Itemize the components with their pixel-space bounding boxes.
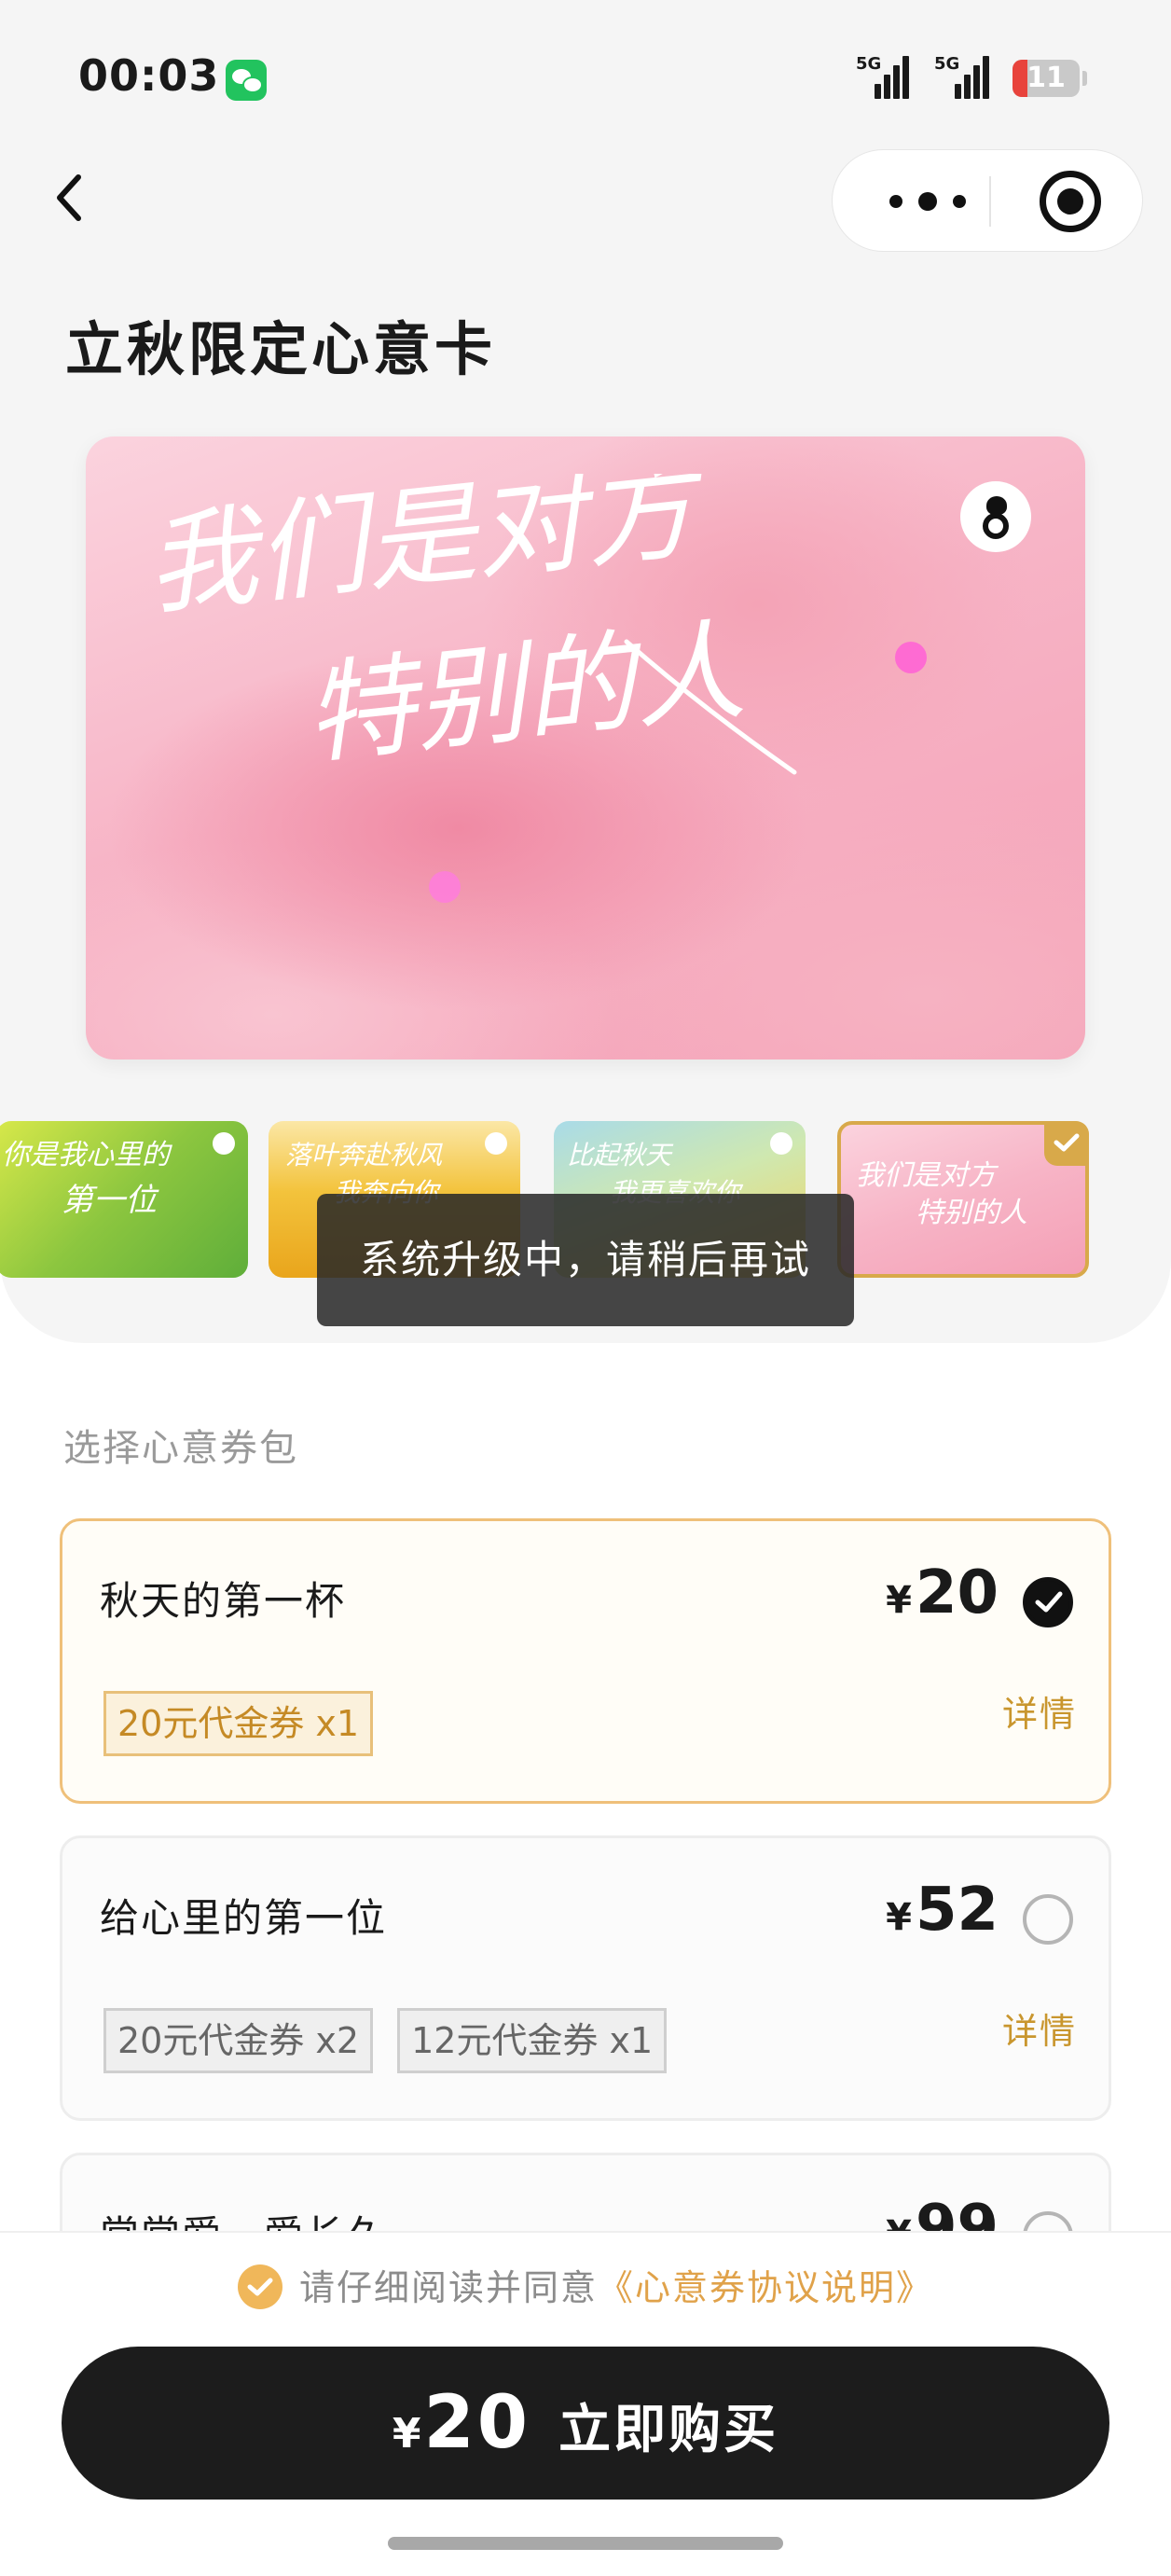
agreement-row[interactable]: 请仔细阅读并同意《心意券协议说明》 <box>0 2259 1171 2313</box>
brand-logo-icon <box>960 481 1031 552</box>
battery-level: 11 <box>1026 62 1066 94</box>
page-title: 立秋限定心意卡 <box>65 315 497 383</box>
capsule-divider <box>989 176 991 227</box>
svg-text:你是我心里的: 你是我心里的 <box>2 1139 172 1171</box>
svg-text:特别的人: 特别的人 <box>916 1197 1027 1229</box>
voucher-tag: 20元代金券 x2 <box>103 2008 374 2073</box>
toast-message: 系统升级中，请稍后再试 <box>317 1194 854 1326</box>
card-text-line2: 特别的人 <box>299 605 751 780</box>
wechat-icon <box>226 60 267 101</box>
chevron-left-icon <box>57 174 81 221</box>
buy-label: 立即购买 <box>558 2400 779 2460</box>
voucher-tag: 12元代金券 x1 <box>397 2008 668 2073</box>
svg-text:落叶奔赴秋风: 落叶奔赴秋风 <box>285 1140 443 1170</box>
detail-link[interactable]: 详情 <box>1002 1685 1077 1737</box>
card-thumbnail[interactable]: 你是我心里的 第一位 <box>0 1121 248 1278</box>
package-price: ¥20 <box>886 1558 999 1627</box>
greeting-card-preview: 我们是对方 特别的人 <box>86 436 1085 1059</box>
purchase-footer: 请仔细阅读并同意《心意券协议说明》 ¥20 立即购买 <box>0 2231 1171 2576</box>
agree-check-icon[interactable] <box>237 2264 282 2309</box>
buy-now-button[interactable]: ¥20 立即购买 <box>62 2347 1109 2500</box>
package-option[interactable]: 给心里的第一位 ¥52 20元代金券 x2 12元代金券 x1 详情 <box>60 1835 1111 2121</box>
agreement-text: 请仔细阅读并同意 <box>298 2267 598 2308</box>
sparkle-dot <box>895 642 927 673</box>
package-name: 秋天的第一杯 <box>100 1578 347 1624</box>
package-option[interactable]: 秋天的第一杯 ¥20 20元代金券 x1 详情 <box>60 1518 1111 1804</box>
back-button[interactable] <box>45 168 101 228</box>
brand-logo-icon <box>770 1132 792 1155</box>
status-time: 00:03 <box>78 50 220 101</box>
card-text-line1: 我们是对方 <box>142 474 713 630</box>
selected-check-icon <box>1044 1121 1089 1166</box>
svg-text:第一位: 第一位 <box>62 1182 159 1219</box>
section-title: 选择心意券包 <box>63 1427 298 1470</box>
signal-icon: 5G <box>856 54 909 99</box>
brand-logo-icon <box>213 1132 235 1155</box>
agreement-link[interactable]: 《心意券协议说明》 <box>598 2267 933 2308</box>
target-circle-icon[interactable] <box>1040 171 1101 232</box>
home-indicator[interactable] <box>388 2537 783 2550</box>
brand-logo-icon <box>485 1132 507 1155</box>
mini-program-capsule <box>832 149 1143 252</box>
detail-link[interactable]: 详情 <box>1002 2002 1077 2054</box>
more-dots-icon[interactable] <box>881 187 974 215</box>
radio-unchecked-icon[interactable] <box>1023 1894 1073 1945</box>
signal-icon: 5G <box>927 54 992 99</box>
voucher-tag: 20元代金券 x1 <box>103 1691 374 1756</box>
battery-icon: 11 <box>1013 60 1087 97</box>
package-price: ¥52 <box>886 1876 999 1945</box>
radio-checked-icon[interactable] <box>1023 1577 1073 1627</box>
buy-price: ¥20 <box>392 2381 531 2465</box>
sparkle-dot <box>429 871 461 903</box>
svg-text:我们是对方: 我们是对方 <box>856 1159 999 1192</box>
svg-text:比起秋天: 比起秋天 <box>567 1140 674 1170</box>
package-name: 给心里的第一位 <box>100 1895 388 1941</box>
handwriting-text: 我们是对方 特别的人 <box>142 474 797 780</box>
